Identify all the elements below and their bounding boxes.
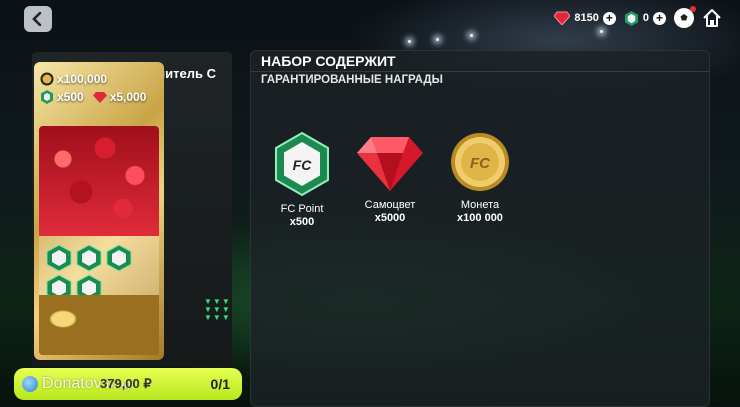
reward-qty: x5000 — [374, 212, 406, 224]
panel-subtitle: ГАРАНТИРОВАННЫЕ НАГРАДЫ — [261, 74, 443, 86]
reward-item[interactable]: Самоцвет x5000 — [345, 131, 435, 224]
svg-text:FC: FC — [293, 157, 313, 173]
panel-title: НАБОР СОДЕРЖИТ — [261, 53, 396, 69]
stadium-light — [408, 40, 411, 43]
coin-icon — [40, 72, 54, 86]
reward-name: Самоцвет — [364, 199, 416, 211]
price-label: 379,00 ₽ — [100, 376, 152, 391]
purchase-count: 0/1 — [210, 376, 230, 392]
home-button[interactable] — [702, 8, 722, 28]
fc-point-icon — [106, 244, 132, 272]
divider — [251, 71, 709, 72]
chevron-left-icon — [32, 12, 42, 26]
arrows-decoration: ▼▼▼ ▼▼▼ ▼▼▼ — [204, 297, 231, 322]
gems-value: 8150 — [574, 12, 599, 24]
fc-point-icon: FC — [275, 131, 329, 197]
fc-points-value: 0 — [642, 12, 649, 24]
coins-pile — [39, 295, 159, 355]
pack-coins: x100,000 — [57, 72, 108, 86]
fc-points-balance: 0 + — [624, 10, 666, 26]
gems-balance: 8150 + — [554, 11, 616, 25]
stadium-light — [600, 30, 603, 33]
fc-point-icon — [41, 90, 53, 104]
stadium-light — [436, 38, 439, 41]
reward-qty: x500 — [289, 216, 315, 228]
gems-pile — [39, 126, 159, 236]
pack-contents-panel: НАБОР СОДЕРЖИТ ГАРАНТИРОВАННЫЕ НАГРАДЫ F… — [250, 50, 710, 407]
stadium-light — [470, 34, 473, 37]
gem-icon — [92, 92, 107, 103]
svg-text:FC: FC — [470, 155, 491, 172]
reward-qty: x100 000 — [457, 212, 503, 224]
fc-point-icon — [76, 244, 102, 272]
gem-icon — [554, 11, 571, 25]
pack-box: x100,000 x500 x5,000 — [34, 62, 164, 360]
fc-points-pile — [45, 244, 155, 302]
globe-icon — [22, 376, 38, 392]
pack-window — [39, 126, 159, 355]
pack-fc-points: x500 — [57, 90, 84, 104]
football-notification-button[interactable] — [674, 6, 696, 28]
fc-point-icon — [46, 244, 72, 272]
add-fc-points-button[interactable]: + — [653, 11, 666, 25]
notification-dot — [690, 6, 696, 12]
gem-icon — [357, 137, 423, 191]
fc-point-icon — [624, 10, 638, 26]
reward-item[interactable]: FC FC Point x500 — [257, 131, 347, 228]
reward-name: FC Point — [280, 203, 324, 215]
pack-contents-summary: x100,000 x500 x5,000 — [40, 70, 146, 106]
currency-bar: 8150 + 0 + — [554, 6, 722, 28]
pack-gems: x5,000 — [109, 90, 147, 104]
coin-icon: FC — [451, 133, 509, 191]
add-gems-button[interactable]: + — [602, 11, 616, 25]
reward-name: Монета — [460, 199, 500, 211]
watermark-text: Donatov — [42, 375, 102, 392]
buy-button[interactable]: Donatov Blog 379,00 ₽ 0/1 — [14, 368, 242, 400]
reward-item[interactable]: FC Монета x100 000 — [435, 131, 525, 224]
back-button[interactable] — [24, 6, 52, 32]
